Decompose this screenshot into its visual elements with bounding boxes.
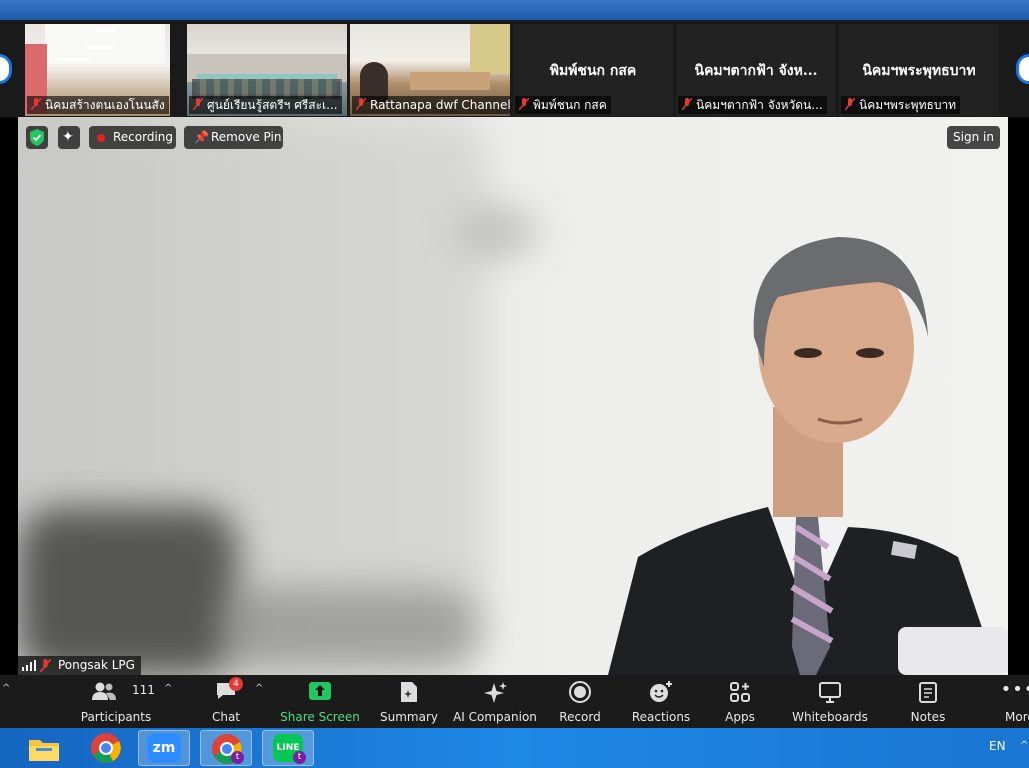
reactions-icon [650,681,672,702]
participants-label: Participants [80,710,152,724]
share-screen-button[interactable]: Share Screen [280,679,360,725]
chat-label: Chat [211,710,241,724]
profile-badge: t [231,751,244,764]
muted-mic-icon [356,98,366,110]
chrome-button[interactable] [80,730,132,766]
muted-mic-icon [40,659,51,672]
zoom-icon: zm [147,733,181,763]
share-screen-icon [309,682,331,700]
participants-icon [92,682,116,700]
participant-name-label: นิคมฯตากฟ้า จังหวัดน... [678,96,827,114]
folder-icon [29,740,59,761]
whiteboards-label: Whiteboards [792,710,868,724]
whiteboards-button[interactable]: Whiteboards [790,679,870,725]
window-top-strip [0,0,1029,20]
participant-name-label: นิคมฯพระพุทธบาท [841,96,961,114]
participant-display-name: พิมพ์ชนก กสค [549,63,637,79]
share-screen-label: Share Screen [280,710,360,724]
speaker-figure [608,237,1008,675]
active-speaker-video: ✦ Recording 📌 Remove Pin Sign in [18,117,1008,675]
reactions-button[interactable]: Reactions [628,679,694,725]
muted-mic-icon [682,98,692,110]
participant-display-name: นิคมฯตากฟ้า จังห... [694,63,818,79]
record-label: Record [559,710,601,724]
more-button[interactable]: ••• More [996,679,1029,725]
ai-companion-label: AI Companion [453,710,537,724]
ai-companion-icon [484,682,507,703]
chat-caret-icon[interactable]: ^ [255,683,263,694]
participant-name-label: ศูนย์เรียนรู้สตรีฯ ศรีสะเ... [189,96,342,114]
remove-pin-button[interactable]: 📌 Remove Pin [184,126,283,149]
participant-name-label: พิมพ์ชนก กสค [515,96,611,114]
reactions-label: Reactions [631,710,691,724]
tray-caret-icon[interactable]: ^ [1020,740,1028,751]
shield-icon [30,129,44,146]
sparkle-icon: ✦ [62,129,74,145]
signal-icon [22,660,36,671]
more-icon: ••• [1000,679,1029,700]
notes-label: Notes [910,710,946,724]
participants-button[interactable]: 111 Participants [80,679,155,725]
chrome-profile-button[interactable]: t [200,730,252,766]
recording-label: Recording [113,130,174,144]
gallery-tile-1[interactable]: นิคมสร้างตนเองโนนสัง [25,24,170,116]
muted-mic-icon [193,98,203,110]
participants-count: 111 [132,683,155,697]
participant-name-label: Rattanapa dwf Channel [352,96,510,114]
caret-up-icon[interactable]: ^ [2,683,10,694]
whiteboards-icon [819,682,841,703]
gallery-tile-5[interactable]: นิคมฯตากฟ้า จังห... นิคมฯตากฟ้า จังหวัดน… [676,24,836,116]
gallery-tile-6[interactable]: นิคมฯพระพุทธบาท นิคมฯพระพุทธบาท [839,24,999,116]
muted-mic-icon [519,98,529,110]
chat-button[interactable]: 4 Chat [196,677,256,725]
gallery-tile-3[interactable]: Rattanapa dwf Channel [350,24,510,116]
apps-label: Apps [725,710,755,724]
chat-badge: 4 [229,677,243,691]
participant-name-label: นิคมสร้างตนเองโนนสัง [27,96,169,114]
security-shield-button[interactable] [26,126,48,149]
summary-button[interactable]: Summary [376,679,442,725]
apps-button[interactable]: Apps [716,679,764,725]
speaker-name-label: Pongsak LPG [18,656,141,675]
chrome-icon [91,733,121,763]
sign-in-button[interactable]: Sign in [947,126,1000,149]
remove-pin-label: Remove Pin [211,130,282,144]
notes-button[interactable]: Notes [900,679,956,725]
participants-caret-icon[interactable]: ^ [164,683,172,694]
ai-sparkle-button[interactable]: ✦ [58,126,80,149]
zoom-taskbar-button[interactable]: zm [138,730,190,766]
gallery-tile-2[interactable]: ศูนย์เรียนรู้สตรีฯ ศรีสะเ... [187,24,347,116]
ai-companion-button[interactable]: AI Companion [452,679,538,725]
participant-display-name: นิคมฯพระพุทธบาท [862,63,976,79]
os-taskbar: zm t LINE t EN ^ [0,728,1029,768]
record-icon [569,681,591,703]
record-button[interactable]: Record [552,679,608,725]
speaker-name: Pongsak LPG [58,658,135,672]
recording-indicator[interactable]: Recording [89,126,176,149]
meeting-toolbar: ^ 111 Participants ^ 4 Chat ^ Share Scre… [0,675,1029,728]
pin-icon: 📌 [194,130,209,144]
notes-icon [919,682,937,703]
profile-badge: t [293,751,306,764]
gallery-tile-4[interactable]: พิมพ์ชนก กสค พิมพ์ชนก กสค [513,24,673,116]
muted-mic-icon [31,98,41,110]
line-taskbar-button[interactable]: LINE t [262,730,314,766]
record-dot-icon [97,134,105,142]
more-label: More [1005,710,1029,724]
summary-icon [401,682,417,702]
apps-icon [730,682,750,702]
sign-in-label: Sign in [953,130,994,144]
file-explorer-button[interactable] [18,730,70,766]
language-indicator[interactable]: EN [989,739,1006,753]
muted-mic-icon [845,98,855,110]
summary-label: Summary [380,710,438,724]
